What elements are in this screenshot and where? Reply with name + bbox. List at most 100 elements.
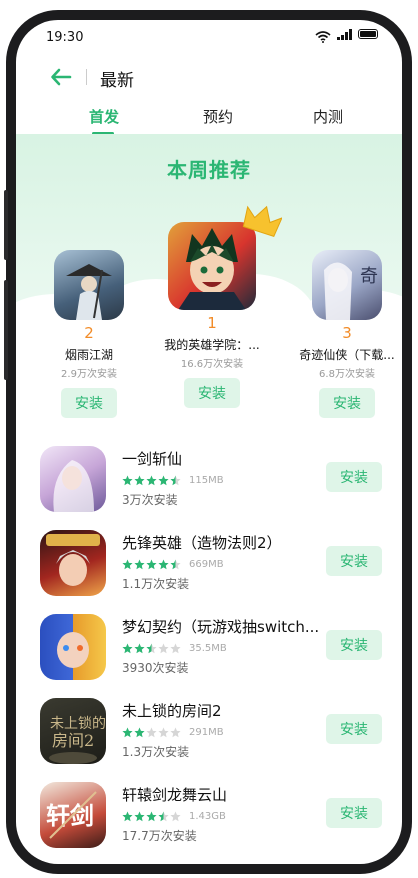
star-icon <box>146 559 157 570</box>
star-icon <box>158 559 169 570</box>
install-button[interactable]: 安装 <box>319 388 375 418</box>
list-item[interactable]: 未上锁的 房间2 未上锁的房间2 291MB 1.3万次安装 安装 <box>16 690 402 772</box>
star-icon <box>158 643 169 654</box>
star-icon <box>170 475 181 486</box>
game-name: 奇迹仙侠（下载... <box>299 348 395 362</box>
star-icon <box>134 811 145 822</box>
app-screen: 19:30 最新 首发 预约 内测 本周推荐 2 烟雨江湖 2.9万次安装 安装… <box>16 20 402 864</box>
download-count: 3930次安装 <box>122 661 189 675</box>
game-name: 未上锁的房间2 <box>122 702 222 720</box>
star-icon <box>170 811 181 822</box>
svg-text:房间2: 房间2 <box>52 731 94 750</box>
rank-number: 3 <box>342 324 352 342</box>
volume-button <box>4 190 8 260</box>
star-icon <box>170 559 181 570</box>
status-bar: 19:30 <box>16 20 402 54</box>
crown-icon <box>242 204 283 242</box>
star-rating <box>122 475 181 486</box>
star-icon <box>170 643 181 654</box>
download-count: 16.6万次安装 <box>180 359 244 370</box>
list-item[interactable]: 轩剑 轩辕剑龙舞云山 1.43GB 17.7万次安装 安装 <box>16 774 402 856</box>
download-count: 17.7万次安装 <box>122 829 197 843</box>
tab-reservation[interactable]: 预约 <box>178 106 258 127</box>
game-name: 先锋英雄（造物法则2） <box>122 534 282 552</box>
star-icon <box>134 643 145 654</box>
install-button[interactable]: 安装 <box>326 714 382 744</box>
star-icon <box>146 811 157 822</box>
tab-beta-test[interactable]: 内测 <box>288 106 368 127</box>
star-icon <box>134 559 145 570</box>
featured-card-3[interactable]: 奇 3 奇迹仙侠（下载... 6.8万次安装 安装 <box>292 250 402 418</box>
download-count: 1.3万次安装 <box>122 745 190 759</box>
install-button[interactable]: 安装 <box>326 462 382 492</box>
game-name: 我的英雄学院：... <box>164 338 260 352</box>
game-icon-qiji: 奇 <box>312 250 382 320</box>
rank-number: 1 <box>207 314 217 332</box>
svg-text:轩剑: 轩剑 <box>46 801 94 830</box>
list-item[interactable]: 梦幻契约（玩游戏抽switch... 35.5MB 3930次安装 安装 <box>16 606 402 688</box>
list-item[interactable]: 先锋英雄（造物法则2） 669MB 1.1万次安装 安装 <box>16 522 402 604</box>
game-info: 梦幻契约（玩游戏抽switch... 35.5MB 3930次安装 <box>122 616 322 676</box>
star-icon <box>146 727 157 738</box>
file-size: 35.5MB <box>189 643 227 654</box>
star-icon <box>146 475 157 486</box>
rank-number: 2 <box>84 324 94 342</box>
back-arrow-icon[interactable] <box>48 64 74 90</box>
download-count: 1.1万次安装 <box>122 577 190 591</box>
game-name: 梦幻契约（玩游戏抽switch... <box>122 618 320 636</box>
star-icon <box>134 727 145 738</box>
file-size: 291MB <box>189 727 224 738</box>
star-icon <box>146 643 157 654</box>
game-icon-menghuan <box>40 614 106 680</box>
star-rating <box>122 811 181 822</box>
file-size: 1.43GB <box>189 811 226 822</box>
star-icon <box>122 559 133 570</box>
game-icon-weishangsuo: 未上锁的 房间2 <box>40 698 106 764</box>
featured-card-2[interactable]: 2 烟雨江湖 2.9万次安装 安装 <box>34 250 144 418</box>
power-button <box>4 280 8 380</box>
game-name: 轩辕剑龙舞云山 <box>122 786 228 804</box>
download-count: 2.9万次安装 <box>61 369 117 380</box>
star-icon <box>158 811 169 822</box>
file-size: 115MB <box>189 475 224 486</box>
star-icon <box>170 727 181 738</box>
star-icon <box>122 811 133 822</box>
star-icon <box>158 727 169 738</box>
game-icon-yijian <box>40 446 106 512</box>
install-button[interactable]: 安装 <box>326 798 382 828</box>
download-count: 3万次安装 <box>122 493 178 507</box>
install-button[interactable]: 安装 <box>326 630 382 660</box>
install-button[interactable]: 安装 <box>61 388 117 418</box>
game-icon-xuanyuan: 轩剑 <box>40 782 106 848</box>
featured-card-1[interactable]: 1 我的英雄学院：... 16.6万次安装 安装 <box>156 222 268 408</box>
star-rating <box>122 727 181 738</box>
top-bar: 最新 <box>16 58 402 102</box>
list-item[interactable]: 一剑斩仙 115MB 3万次安装 安装 <box>16 438 402 520</box>
page-title: 最新 <box>100 71 134 91</box>
star-icon <box>134 475 145 486</box>
game-icon-xianfeng <box>40 530 106 596</box>
install-button[interactable]: 安装 <box>326 546 382 576</box>
status-time: 19:30 <box>46 30 84 45</box>
game-info: 一剑斩仙 115MB 3万次安装 <box>122 448 322 508</box>
star-rating <box>122 559 181 570</box>
tab-bar: 首发 预约 内测 <box>16 102 402 136</box>
star-rating <box>122 643 181 654</box>
signal-icon <box>337 28 352 40</box>
star-icon <box>122 727 133 738</box>
svg-text:奇: 奇 <box>360 266 378 287</box>
header-divider <box>86 69 87 85</box>
svg-text:未上锁的: 未上锁的 <box>50 716 106 732</box>
tab-first-release[interactable]: 首发 <box>64 106 144 127</box>
game-name: 烟雨江湖 <box>64 348 113 362</box>
install-button[interactable]: 安装 <box>184 378 240 408</box>
game-info: 先锋英雄（造物法则2） 669MB 1.1万次安装 <box>122 532 322 592</box>
star-icon <box>122 643 133 654</box>
wifi-icon <box>315 28 331 43</box>
star-icon <box>158 475 169 486</box>
weekly-recommend-section: 本周推荐 2 烟雨江湖 2.9万次安装 安装 1 我的英雄学院：... 16.6… <box>16 134 402 464</box>
game-icon-yanyu <box>54 250 124 320</box>
section-title: 本周推荐 <box>167 158 251 182</box>
game-name: 一剑斩仙 <box>122 450 183 468</box>
game-info: 轩辕剑龙舞云山 1.43GB 17.7万次安装 <box>122 784 322 844</box>
